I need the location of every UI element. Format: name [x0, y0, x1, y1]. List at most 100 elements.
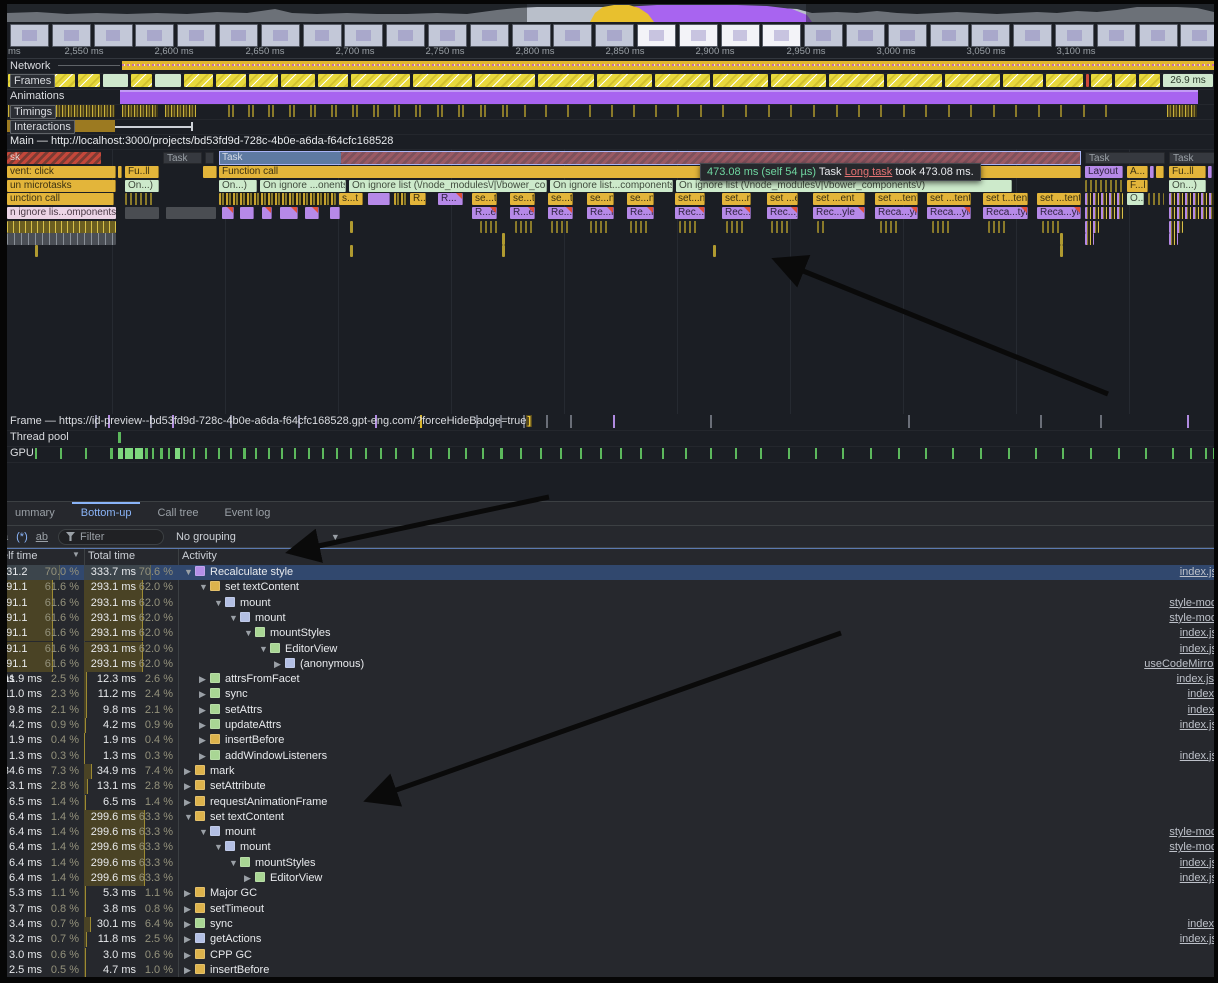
- collapse-icon[interactable]: ▼: [214, 596, 225, 611]
- filmstrip-thumbnail[interactable]: [52, 24, 91, 47]
- frame-segment[interactable]: [829, 74, 884, 87]
- column-divider[interactable]: [84, 549, 85, 565]
- filmstrip-thumbnail[interactable]: [261, 24, 300, 47]
- expand-icon[interactable]: ▶: [184, 886, 195, 901]
- regex-icon[interactable]: (*): [16, 531, 28, 543]
- frame-segment[interactable]: [103, 74, 128, 87]
- flame-block[interactable]: Rec...yle: [767, 207, 798, 219]
- flame-block[interactable]: F...l: [1127, 180, 1148, 192]
- column-divider[interactable]: [178, 549, 179, 565]
- flame-block[interactable]: Re...e: [548, 207, 573, 219]
- flame-block[interactable]: se...t: [510, 193, 535, 205]
- activity-label[interactable]: requestAnimationFrame: [210, 796, 327, 808]
- collapse-icon[interactable]: ▼: [199, 825, 210, 840]
- source-link[interactable]: index.js: [1180, 856, 1217, 871]
- flame-block[interactable]: set t...tent: [983, 193, 1028, 205]
- flame-block[interactable]: set ...tent: [875, 193, 918, 205]
- activity-label[interactable]: mountStyles: [255, 857, 316, 869]
- activity-label[interactable]: insertBefore: [210, 964, 269, 976]
- expand-icon[interactable]: ▶: [199, 687, 210, 702]
- activity-label[interactable]: getActions: [210, 933, 261, 945]
- filmstrip-thumbnail[interactable]: [428, 24, 467, 47]
- track-gpu[interactable]: GPU: [0, 446, 1218, 463]
- frame-segment[interactable]: [475, 74, 535, 87]
- collapse-icon[interactable]: ▼: [184, 810, 195, 825]
- flame-block[interactable]: Fu..ll: [125, 166, 159, 178]
- flame-block[interactable]: se...t: [548, 193, 573, 205]
- flame-block[interactable]: [502, 233, 505, 245]
- grouping-select[interactable]: No grouping: [176, 531, 236, 543]
- frame-segment[interactable]: [1115, 74, 1136, 87]
- flame-block[interactable]: R...: [410, 193, 426, 205]
- flame-block[interactable]: Rec...le: [675, 207, 705, 219]
- expand-icon[interactable]: ▶: [184, 917, 195, 932]
- filmstrip-thumbnail[interactable]: [470, 24, 509, 47]
- cpu-overview-strip[interactable]: [7, 4, 1214, 22]
- tab-bottom-up[interactable]: Bottom-up: [68, 502, 145, 525]
- flame-block[interactable]: [679, 221, 697, 233]
- tab-event-log[interactable]: Event log: [211, 502, 283, 525]
- frame-segment[interactable]: [351, 74, 410, 87]
- column-self-time[interactable]: elf time: [2, 550, 37, 562]
- filmstrip-thumbnail[interactable]: [1013, 24, 1052, 47]
- activity-label[interactable]: insertBefore: [225, 734, 284, 746]
- frame-segment[interactable]: [1086, 74, 1089, 87]
- flame-block[interactable]: On...): [125, 180, 159, 192]
- frame-segment[interactable]: [655, 74, 710, 87]
- flame-block[interactable]: [630, 221, 648, 233]
- activity-label[interactable]: EditorView: [285, 643, 337, 655]
- flame-block[interactable]: On...): [1169, 180, 1206, 192]
- activity-label[interactable]: Major GC: [210, 887, 257, 899]
- flame-block[interactable]: On ignore list (\/node_modules\/|\/bower…: [349, 180, 547, 192]
- filmstrip-thumbnail[interactable]: [303, 24, 342, 47]
- activity-label[interactable]: setAttribute: [210, 780, 266, 792]
- flame-block[interactable]: [7, 221, 116, 233]
- flame-block[interactable]: [1169, 233, 1178, 245]
- flame-block[interactable]: Task: [1169, 152, 1218, 164]
- activity-label[interactable]: mark: [210, 765, 234, 777]
- collapse-icon[interactable]: ▼: [229, 611, 240, 626]
- sort-arrow-icon[interactable]: ▼: [72, 550, 80, 559]
- frame-segment[interactable]: [713, 74, 768, 87]
- source-link[interactable]: style-mod: [1169, 611, 1217, 626]
- flame-block[interactable]: s...t: [339, 193, 363, 205]
- activity-label[interactable]: setAttrs: [225, 704, 262, 716]
- flame-block[interactable]: [1042, 221, 1062, 233]
- expand-icon[interactable]: ▶: [199, 749, 210, 764]
- track-frames[interactable]: Frames 26.9 ms: [0, 73, 1218, 90]
- table-row[interactable]: 3.2 ms0.7 %11.8 ms2.5 %▶getActionsindex.…: [0, 932, 1218, 947]
- filmstrip-thumbnail[interactable]: [512, 24, 551, 47]
- flame-block[interactable]: [1085, 207, 1123, 219]
- flame-block[interactable]: [262, 207, 272, 219]
- expand-icon[interactable]: ▶: [244, 871, 255, 886]
- flame-block[interactable]: se...nt: [627, 193, 654, 205]
- expand-icon[interactable]: ▶: [199, 718, 210, 733]
- column-total-time[interactable]: Total time: [88, 550, 135, 562]
- collapse-icon[interactable]: ▼: [184, 565, 195, 580]
- expand-icon[interactable]: ▶: [184, 948, 195, 963]
- frame-segment[interactable]: [184, 74, 213, 87]
- activity-label[interactable]: sync: [210, 918, 233, 930]
- animations-bar[interactable]: [120, 90, 1198, 104]
- frame-segment[interactable]: [597, 74, 652, 87]
- expand-icon[interactable]: ▶: [199, 672, 210, 687]
- collapse-icon[interactable]: ▼: [229, 856, 240, 871]
- filmstrip-thumbnail[interactable]: [219, 24, 258, 47]
- flame-block[interactable]: On ignore list (\/node_modules\/|\/bower…: [676, 180, 1012, 192]
- flame-block[interactable]: [125, 207, 159, 219]
- flame-block[interactable]: [1156, 166, 1164, 178]
- frame-segment[interactable]: [945, 74, 1000, 87]
- flame-block[interactable]: un microtasks: [7, 180, 116, 192]
- flame-block[interactable]: [1085, 180, 1123, 192]
- whole-word-icon[interactable]: ab: [36, 531, 48, 543]
- flame-block[interactable]: [1060, 233, 1063, 245]
- source-link[interactable]: index.js:: [1177, 672, 1217, 687]
- flame-block[interactable]: [350, 245, 353, 257]
- table-row[interactable]: 11.0 ms2.3 %11.2 ms2.4 %▶syncindex.: [0, 687, 1218, 702]
- frame-segment[interactable]: [318, 74, 348, 87]
- flame-block[interactable]: [1085, 221, 1099, 233]
- expand-icon[interactable]: ▶: [184, 902, 195, 917]
- filmstrip-thumbnail[interactable]: [679, 24, 718, 47]
- flame-block[interactable]: [771, 221, 789, 233]
- source-link[interactable]: index.: [1188, 687, 1217, 702]
